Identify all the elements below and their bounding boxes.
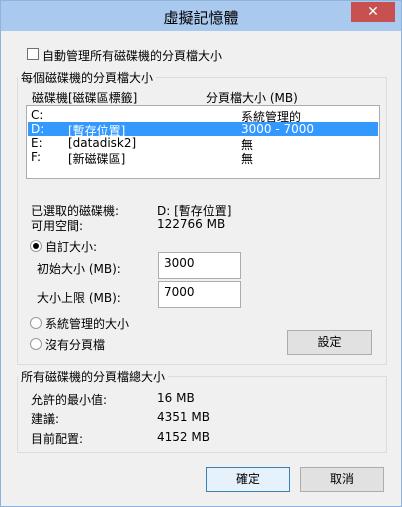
current-allocated-label: 目前配置: <box>31 432 84 446</box>
system-managed-radio[interactable] <box>30 317 42 329</box>
recommended-label: 建議: <box>31 412 60 426</box>
no-paging-file-label[interactable]: 沒有分頁檔 <box>45 336 105 353</box>
set-button[interactable]: 設定 <box>287 330 372 355</box>
custom-size-label[interactable]: 自訂大小: <box>45 238 97 255</box>
drive-label: [新磁碟區] <box>68 152 126 166</box>
free-space-value: 122766 MB <box>157 217 226 231</box>
drive-size: 3000 - 7000 <box>241 122 315 136</box>
initial-size-input[interactable]: 3000 <box>158 252 241 279</box>
drive-row-e[interactable]: E: [datadisk2] 無 <box>28 136 378 152</box>
totals-group-title: 所有磁碟機的分頁檔總大小 <box>18 368 169 385</box>
custom-size-radio[interactable] <box>30 240 42 252</box>
drive-list[interactable]: C: 系統管理的 D: [暫存位置] 3000 - 7000 E: [datad… <box>26 105 380 179</box>
cancel-button[interactable]: 取消 <box>300 467 384 492</box>
drive-row-f[interactable]: F: [新磁碟區] 無 <box>28 150 378 166</box>
drive-letter: C: <box>31 108 44 122</box>
system-managed-label[interactable]: 系統管理的大小 <box>45 315 129 332</box>
max-size-input[interactable]: 7000 <box>158 281 241 308</box>
virtual-memory-dialog: 虛擬記憶體 ✕ 自動管理所有磁碟機的分頁檔大小 每個磁碟機的分頁檔大小 磁碟機[… <box>0 0 402 507</box>
close-button[interactable]: ✕ <box>351 2 395 22</box>
free-space-label: 可用空間: <box>31 219 84 233</box>
min-allowed-value: 16 MB <box>157 391 195 405</box>
drive-letter: F: <box>31 150 42 164</box>
max-size-label: 大小上限 (MB): <box>37 291 121 305</box>
drive-label: [datadisk2] <box>68 136 137 150</box>
drive-row-c[interactable]: C: 系統管理的 <box>28 108 378 124</box>
min-allowed-label: 允許的最小值: <box>31 393 108 407</box>
drive-letter: D: <box>31 122 45 136</box>
drive-row-d[interactable]: D: [暫存位置] 3000 - 7000 <box>28 122 378 138</box>
recommended-value: 4351 MB <box>157 410 210 424</box>
initial-size-label: 初始大小 (MB): <box>37 262 121 276</box>
ok-button[interactable]: 確定 <box>206 467 290 492</box>
column-header-size: 分頁檔大小 (MB) <box>206 91 298 105</box>
no-paging-file-radio[interactable] <box>30 338 42 350</box>
auto-manage-checkbox[interactable] <box>27 48 39 60</box>
auto-manage-label[interactable]: 自動管理所有磁碟機的分頁檔大小 <box>42 47 222 64</box>
per-drive-group-title: 每個磁碟機的分頁檔大小 <box>18 69 157 86</box>
current-allocated-value: 4152 MB <box>157 430 210 444</box>
window-title: 虛擬記憶體 <box>163 9 239 27</box>
drive-size: 無 <box>241 152 254 166</box>
drive-letter: E: <box>31 136 43 150</box>
column-header-drive: 磁碟機[磁碟區標籤] <box>32 91 138 105</box>
title-bar: 虛擬記憶體 ✕ <box>1 1 401 31</box>
